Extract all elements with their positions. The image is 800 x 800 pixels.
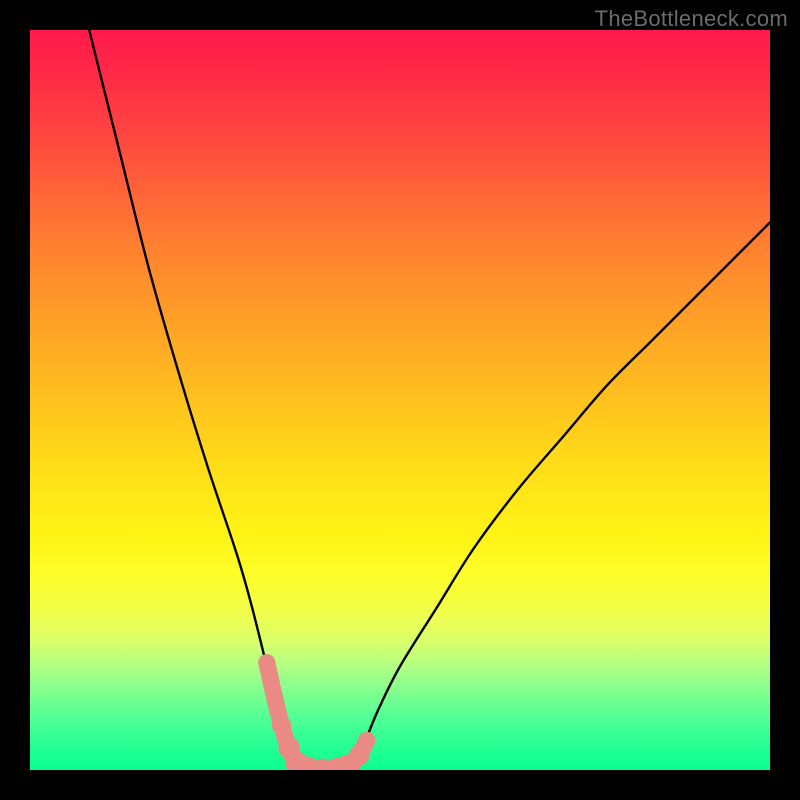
marker-group [258,654,375,770]
valley-capsule [267,663,367,770]
valley-marker [285,751,308,770]
curve-group [89,30,770,770]
valley-marker [266,687,283,704]
gradient-plot-area [30,30,770,770]
valley-marker [337,754,360,770]
chart-container: TheBottleneck.com [0,0,800,800]
watermark-label: TheBottleneck.com [595,6,788,32]
curves-svg [30,30,770,770]
valley-marker [258,654,275,671]
valley-marker [311,759,334,770]
valley-marker [278,737,300,759]
valley-marker [272,716,291,735]
curve-left-curve [89,30,296,770]
valley-marker [349,745,369,765]
valley-marker [296,756,319,770]
valley-marker [358,732,375,749]
valley-marker [326,758,349,770]
curve-right-curve [356,222,770,770]
